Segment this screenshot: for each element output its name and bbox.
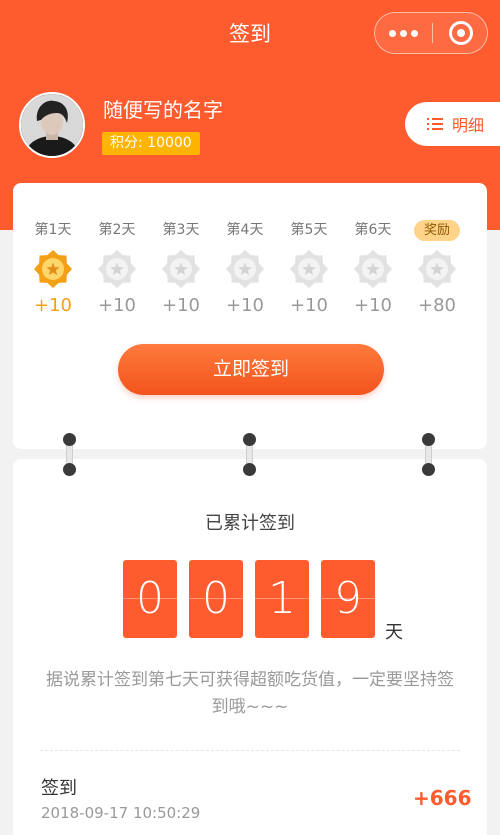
counter-digit: 0 [189,560,243,638]
day-item: 第1天 +10 [21,219,85,316]
sign-in-button[interactable]: 立即签到 [118,344,384,395]
tip-text: 据说累计签到第七天可获得超额吃货值，一定要坚持签到哦~~~ [46,670,454,717]
day-item: 奖励 +80 [405,219,469,316]
details-label: 明细 [452,116,485,135]
points-badge: 积分: 10000 [102,132,200,155]
counter-digit: 1 [255,560,309,638]
star-badge-icon [290,250,328,288]
star-badge-icon [98,250,136,288]
day-points: +10 [354,295,392,316]
reward-pill: 奖励 [413,220,460,241]
signed-badge-icon [34,250,72,288]
record-title: 签到 [41,778,77,799]
close-icon[interactable] [449,21,473,45]
mini-program-capsule [374,12,488,54]
details-button[interactable]: 明细 [405,102,500,146]
day-points: +10 [162,295,200,316]
divider [40,750,460,751]
star-badge-icon [418,250,456,288]
day-item: 第2天 +10 [85,219,149,316]
total-label: 已累计签到 [205,513,295,534]
counter-digit: 9 [321,560,375,638]
user-name: 随便写的名字 [103,98,223,122]
day-item: 第3天 +10 [149,219,213,316]
day-points: +10 [98,295,136,316]
record-time: 2018-09-17 10:50:29 [41,804,201,822]
star-badge-icon [354,250,392,288]
day-item: 第4天 +10 [213,219,277,316]
day-points: +10 [34,295,72,316]
star-badge-icon [162,250,200,288]
day-points: +10 [226,295,264,316]
day-label: 第4天 [226,222,264,238]
star-badge-icon [226,250,264,288]
day-label: 第2天 [98,222,136,238]
sign-in-card: 第1天 +10 第2天 +10 第3天 +10 第4天 +10 第5天 +10 第6天 [13,183,487,449]
day-item: 第6天 +10 [341,219,405,316]
capsule-divider [432,23,433,43]
avatar [19,92,85,158]
record-points: +666 [413,786,472,810]
list-icon [427,117,443,131]
day-item: 第5天 +10 [277,219,341,316]
day-unit: 天 [385,622,403,643]
day-label: 第1天 [34,222,72,238]
more-options-icon[interactable] [375,13,432,53]
day-points: +80 [418,295,456,316]
day-label: 第5天 [290,222,328,238]
day-points: +10 [290,295,328,316]
day-label: 第6天 [354,222,392,238]
counter-digit: 0 [123,560,177,638]
total-card: 已累计签到 0 0 1 9 天 据说累计签到第七天可获得超额吃货值，一定要坚持签… [13,459,487,835]
day-label: 第3天 [162,222,200,238]
day-label-wrapper: 奖励 [405,219,469,241]
